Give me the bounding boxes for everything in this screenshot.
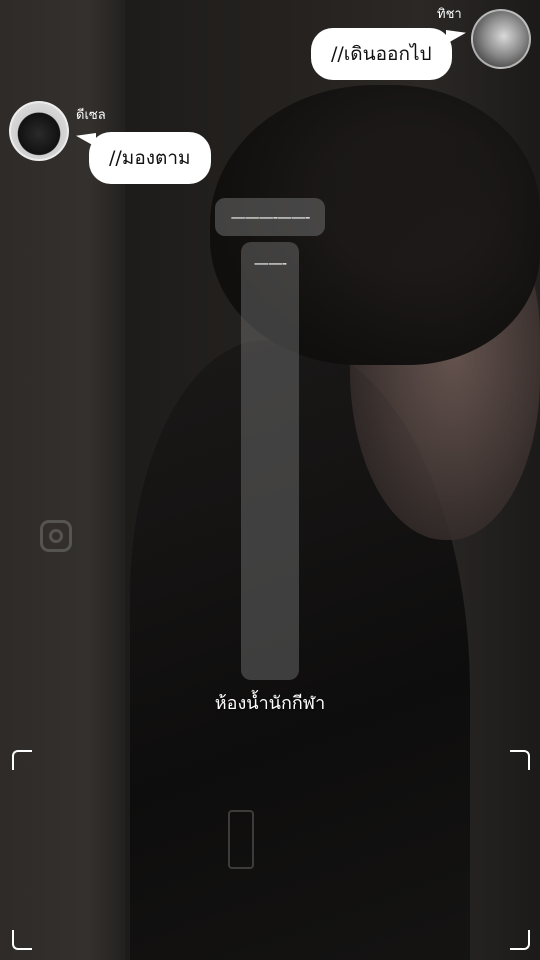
- sender-name-ticha: ทิชา: [437, 7, 462, 22]
- frame-corner-bottom-right: [510, 930, 530, 950]
- message-bubble-diesel: //มองตาม: [89, 132, 211, 184]
- location-caption: ห้องน้ำนักกีฬา: [214, 693, 326, 714]
- column-label: ——-: [253, 254, 287, 272]
- frame-corner-bottom-left: [12, 930, 32, 950]
- avatar-diesel[interactable]: [9, 101, 69, 161]
- instagram-icon: [40, 520, 72, 552]
- jacket-zipper: [228, 810, 254, 869]
- frame-corner-top-left: [12, 750, 32, 770]
- sender-name-diesel: ดีเซล: [76, 108, 106, 123]
- top-pill: ———-——-: [215, 198, 325, 236]
- watermark: [40, 520, 72, 552]
- vertical-text-column: ——-: [241, 242, 299, 680]
- avatar-ticha[interactable]: [471, 9, 531, 69]
- frame-corner-top-right: [510, 750, 530, 770]
- message-bubble-ticha: //เดินออกไป: [311, 28, 452, 80]
